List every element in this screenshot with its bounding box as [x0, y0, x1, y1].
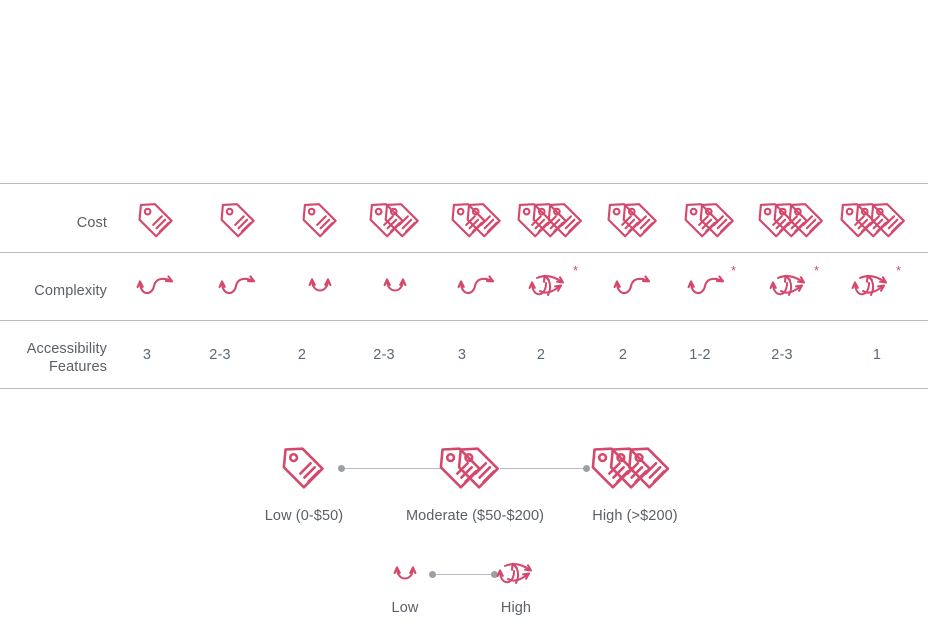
complexity-arrow-icon: [383, 278, 407, 292]
accessibility-value-4: 3: [457, 347, 467, 363]
complexity-arrow-icon: [528, 274, 565, 296]
cost-legend-icon-2: [588, 440, 674, 496]
cost-cell-1: [197, 192, 279, 248]
price-tag-icon-group: [840, 202, 906, 237]
accessibility-value-0: 3: [142, 347, 152, 363]
asterisk-marker: *: [572, 263, 579, 278]
price-tag-icon-group: [517, 202, 583, 237]
complexity-cell-1: [197, 262, 279, 314]
comparison-matrix-page: Webinar & virtual meetings Livestreaming…: [0, 0, 928, 628]
accessibility-value-2: 2: [297, 347, 307, 363]
complexity-cell-6: [592, 262, 674, 314]
cost-legend-label-1: Moderate ($50-$200): [405, 508, 545, 524]
complexity-cell-3: [354, 262, 436, 314]
price-tag-icon-group: [758, 202, 824, 237]
divider-cost: [0, 252, 928, 253]
row-label-accessibility: Accessibility Features: [26, 341, 107, 375]
cost-legend-label-2: High (>$200): [592, 508, 678, 524]
divider-top: [0, 183, 928, 184]
accessibility-value-3: 2-3: [373, 347, 395, 363]
accessibility-value-9: 1: [872, 347, 882, 363]
price-tag-icon-group: [684, 202, 734, 237]
complexity-legend-track: [435, 574, 497, 575]
complexity-arrow-icon: [687, 275, 725, 295]
asterisk-marker: *: [895, 263, 902, 278]
complexity-arrow-icon: [308, 278, 332, 292]
complexity-legend-dot-1: [429, 571, 436, 578]
complexity-legend-icon-0: [381, 554, 429, 598]
accessibility-value-8: 2-3: [771, 347, 793, 363]
complexity-arrow-icon: [851, 274, 888, 296]
price-tag-icon-group: [451, 202, 501, 237]
price-tag-icon-group: [439, 447, 499, 489]
complexity-cell-8: *: [751, 262, 833, 314]
price-tag-icon-group: [369, 202, 419, 237]
complexity-cell-9: *: [833, 262, 915, 314]
complexity-arrow-icon: [393, 566, 417, 580]
complexity-cell-5: *: [510, 262, 592, 314]
cost-legend-track-1: [342, 468, 442, 469]
price-tag-icon-group: [607, 202, 657, 237]
cost-cell-9: [833, 192, 915, 248]
complexity-cell-7: *: [669, 262, 751, 314]
price-tag-icon-group: [282, 447, 324, 489]
cost-legend-track-2: [500, 468, 588, 469]
accessibility-value-5: 2: [536, 347, 546, 363]
complexity-legend-label-1: High: [500, 600, 532, 616]
divider-bottom: [0, 388, 928, 389]
cost-cell-3: [354, 192, 436, 248]
row-label-cost: Cost: [76, 215, 107, 231]
accessibility-value-6: 2: [618, 347, 628, 363]
accessibility-value-7: 1-2: [689, 347, 711, 363]
complexity-arrow-icon: [136, 275, 174, 295]
complexity-arrow-icon: [496, 562, 533, 584]
cost-legend-icon-0: [266, 440, 342, 496]
cost-legend-label-0: Low (0-$50): [264, 508, 344, 524]
cost-cell-0: [115, 192, 197, 248]
cost-cell-8: [751, 192, 833, 248]
asterisk-marker: *: [730, 263, 737, 278]
price-tag-icon-group: [220, 202, 255, 237]
complexity-cell-0: [115, 262, 197, 314]
complexity-cell-2: [279, 262, 361, 314]
complexity-legend-label-0: Low: [391, 600, 419, 616]
cost-legend-icon-1: [432, 440, 508, 496]
accessibility-value-1: 2-3: [209, 347, 231, 363]
cost-cell-7: [669, 192, 751, 248]
divider-complex: [0, 320, 928, 321]
cost-cell-5: [510, 192, 592, 248]
price-tag-icon-group: [591, 447, 669, 489]
price-tag-icon-group: [302, 202, 337, 237]
row-label-complexity: Complexity: [34, 283, 107, 299]
complexity-legend-icon-1: [492, 554, 540, 598]
cost-legend: Low (0-$50) Moderate ($50-$200) High (>$…: [0, 432, 928, 528]
cost-cell-6: [592, 192, 674, 248]
cost-cell-2: [279, 192, 361, 248]
cost-cell-4: [436, 192, 518, 248]
complexity-arrow-icon: [769, 274, 806, 296]
price-tag-icon-group: [138, 202, 173, 237]
asterisk-marker: *: [813, 263, 820, 278]
complexity-legend: Low High: [0, 552, 928, 622]
complexity-arrow-icon: [218, 275, 256, 295]
complexity-cell-4: [436, 262, 518, 314]
complexity-arrow-icon: [613, 275, 651, 295]
complexity-arrow-icon: [457, 275, 495, 295]
